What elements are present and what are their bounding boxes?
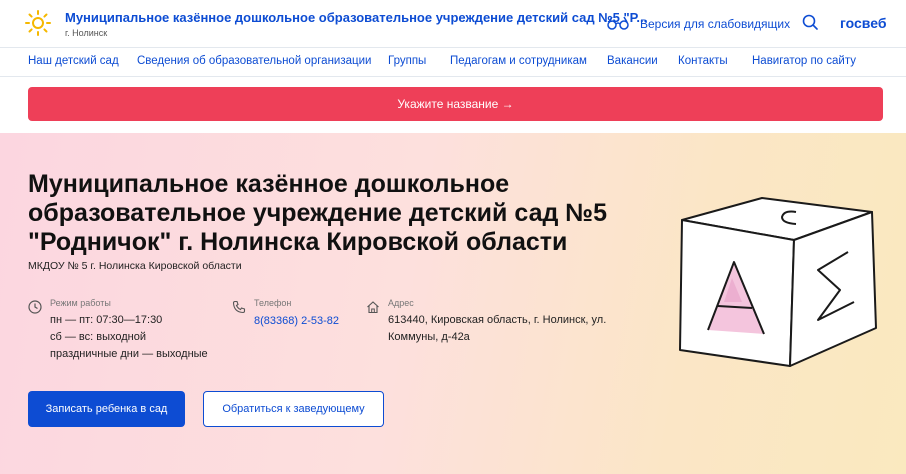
hours-line: пн — пт: 07:30—17:30 [50, 314, 163, 326]
nav-item-sitemap[interactable]: Навигатор по сайту [752, 55, 856, 67]
page-subtitle: МКДОУ № 5 г. Нолинска Кировской области [28, 260, 242, 272]
search-icon[interactable] [802, 14, 818, 30]
hours-line: сб — вс: выходной [50, 331, 147, 343]
address-line: Коммуны, д-42а [388, 331, 470, 343]
nav-item-groups[interactable]: Группы [388, 55, 426, 67]
nav-divider [0, 76, 906, 77]
letter-cube-illustration [679, 197, 877, 367]
phone-link[interactable]: 8(83368) 2-53-82 [254, 315, 339, 327]
home-icon [367, 301, 379, 314]
nav-item-organization-info[interactable]: Сведения об образовательной организации [137, 55, 371, 67]
nav-item-our-kindergarten[interactable]: Наш детский сад [28, 55, 119, 67]
site-title[interactable]: Муниципальное казённое дошкольное образо… [65, 10, 647, 25]
sun-logo-icon[interactable] [25, 10, 51, 36]
nav-item-contacts[interactable]: Контакты [678, 55, 728, 67]
header: Муниципальное казённое дошкольное образо… [0, 0, 906, 47]
site-city: г. Нолинск [65, 28, 108, 38]
banner-label: Укажите название → [397, 97, 514, 111]
contact-head-button[interactable]: Обратиться к заведующему [203, 391, 384, 427]
page-title: Муниципальное казённое дошкольное образо… [28, 170, 608, 256]
brand-logo[interactable]: госвеб [840, 15, 886, 31]
enroll-child-button[interactable]: Записать ребенка в сад [28, 391, 185, 427]
name-banner[interactable]: Укажите название → [28, 87, 883, 121]
address-line: 613440, Кировская область, г. Нолинск, у… [388, 314, 607, 326]
nav-item-teachers[interactable]: Педагогам и сотрудникам [450, 55, 587, 67]
nav-item-vacancies[interactable]: Вакансии [607, 55, 658, 67]
address-label: Адрес [388, 298, 414, 308]
hours-line: праздничные дни — выходные [50, 348, 208, 360]
glasses-icon[interactable] [607, 16, 629, 30]
clock-icon [28, 300, 42, 314]
phone-icon [232, 300, 246, 314]
main-nav: Наш детский сад Сведения об образователь… [0, 48, 906, 76]
phone-label: Телефон [254, 298, 292, 308]
accessibility-version-link[interactable]: Версия для слабовидящих [640, 17, 790, 31]
hours-label: Режим работы [50, 298, 111, 308]
